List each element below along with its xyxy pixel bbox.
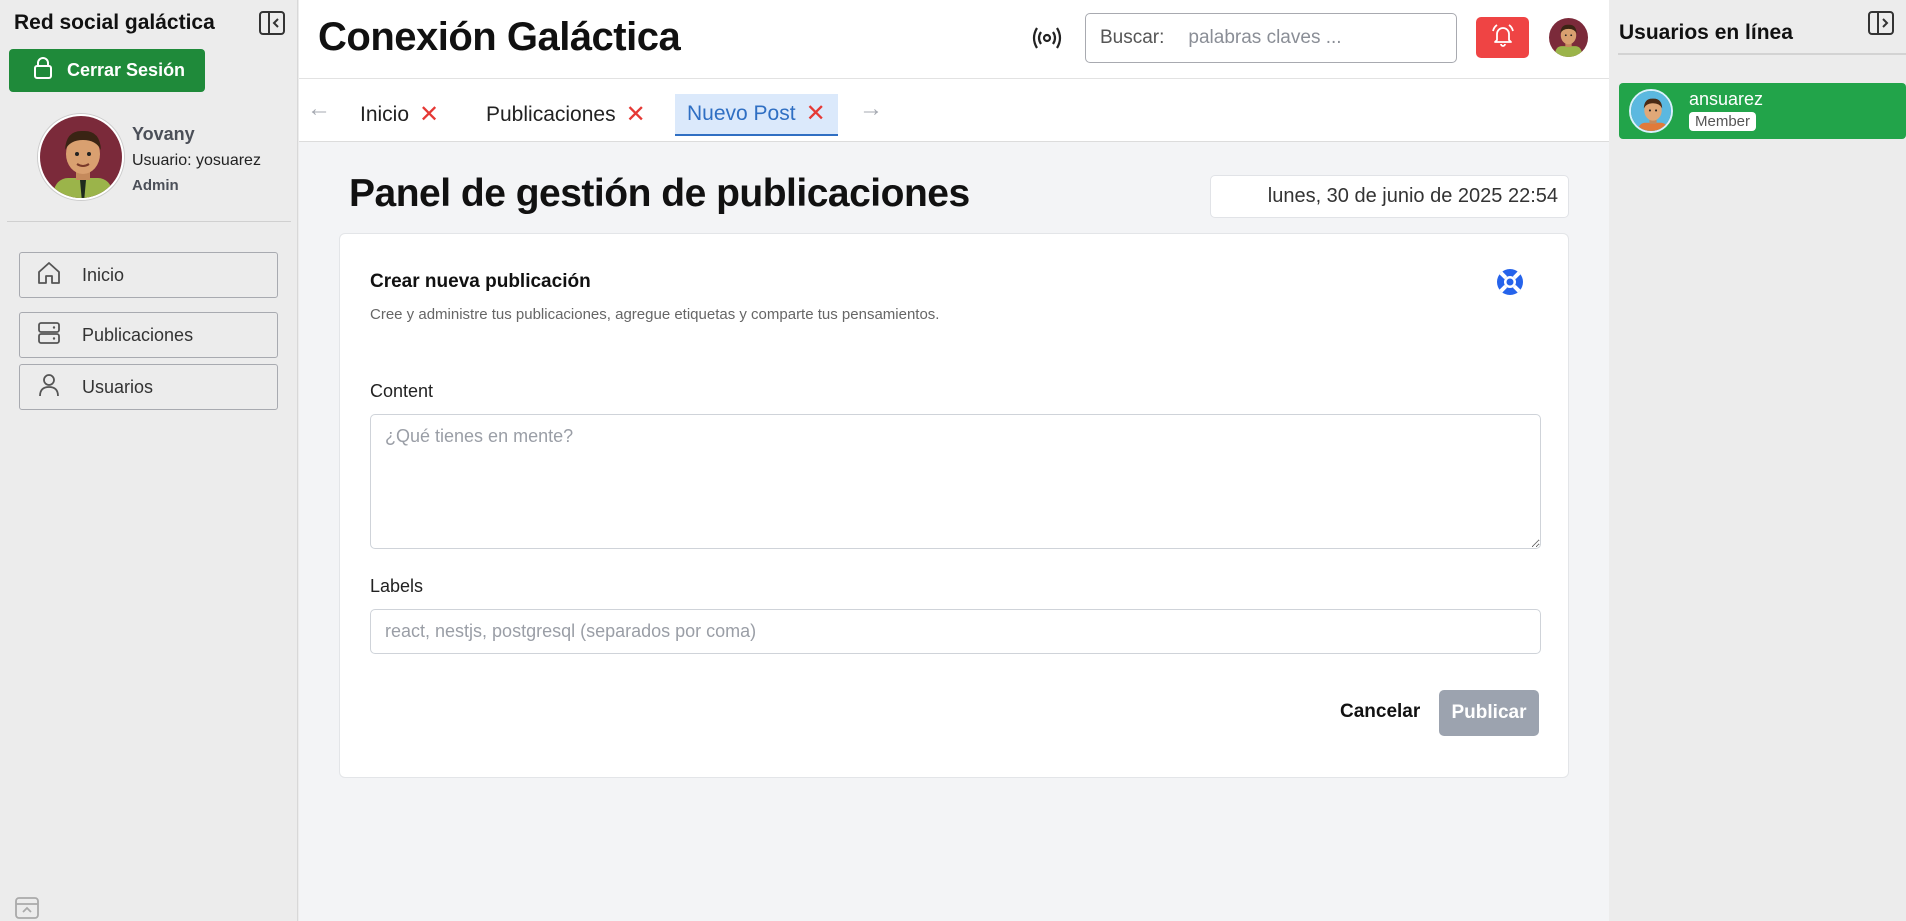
collapse-right-sidebar-icon[interactable] xyxy=(1867,10,1895,36)
sidebar-item-inicio[interactable]: Inicio xyxy=(19,252,278,298)
tab-next-arrow[interactable]: → xyxy=(859,95,883,123)
sidebar-item-label: Inicio xyxy=(82,264,125,285)
logout-label: Cerrar Sesión xyxy=(67,60,186,80)
avatar[interactable] xyxy=(1549,18,1588,57)
online-user-item[interactable]: ansuarez Member xyxy=(1619,83,1906,139)
create-post-card: Crear nueva publicación Cree y administr… xyxy=(339,233,1569,778)
brand-title: Red social galáctica xyxy=(14,11,215,34)
profile-role: Admin xyxy=(132,177,179,194)
content-textarea[interactable] xyxy=(370,414,1541,549)
close-icon[interactable]: ✕ xyxy=(626,103,646,127)
right-sidebar: Usuarios en línea ansuarez Member xyxy=(1609,0,1906,921)
user-icon xyxy=(36,372,62,403)
top-header: Conexión Galáctica Buscar: xyxy=(299,0,1609,79)
tab-inicio[interactable]: Inicio ✕ xyxy=(348,94,451,136)
broadcast-icon[interactable] xyxy=(1031,24,1063,52)
page-title: Panel de gestión de publicaciones xyxy=(349,172,970,215)
divider xyxy=(7,221,291,222)
online-user-name: ansuarez xyxy=(1689,89,1764,109)
search-label: Buscar: xyxy=(1100,27,1165,48)
bell-ring-icon xyxy=(1490,22,1516,53)
datetime-display: lunes, 30 de junio de 2025 22:54 xyxy=(1210,175,1569,218)
card-subtitle: Cree y administre tus publicaciones, agr… xyxy=(370,306,940,323)
sidebar-item-usuarios[interactable]: Usuarios xyxy=(19,364,278,410)
divider xyxy=(1618,53,1906,55)
server-icon xyxy=(36,320,62,351)
left-sidebar: Red social galáctica Cerrar Sesión Yovan… xyxy=(0,0,298,921)
sidebar-item-label: Publicaciones xyxy=(82,324,194,345)
lock-icon xyxy=(33,57,53,84)
tab-nuevo-post[interactable]: Nuevo Post ✕ xyxy=(675,94,838,136)
notifications-button[interactable] xyxy=(1476,17,1529,58)
tab-label: Publicaciones xyxy=(486,103,616,126)
home-icon xyxy=(36,260,62,291)
card-title: Crear nueva publicación xyxy=(370,271,591,292)
expand-panel-icon[interactable] xyxy=(14,896,40,920)
tab-bar: ← Inicio ✕ Publicaciones ✕ Nuevo Post ✕ … xyxy=(299,79,1609,142)
online-users-title: Usuarios en línea xyxy=(1619,21,1793,44)
app-title: Conexión Galáctica xyxy=(318,15,681,59)
search-input[interactable] xyxy=(1188,27,1429,49)
profile-username: Usuario: yosuarez xyxy=(132,152,261,169)
avatar[interactable] xyxy=(38,114,124,200)
avatar xyxy=(1629,89,1673,133)
logout-button[interactable]: Cerrar Sesión xyxy=(9,49,205,92)
main-content: Panel de gestión de publicaciones lunes,… xyxy=(299,142,1609,921)
collapse-sidebar-icon[interactable] xyxy=(258,10,286,36)
role-badge: Member xyxy=(1689,112,1757,131)
search-box[interactable]: Buscar: xyxy=(1085,13,1457,63)
tab-label: Nuevo Post xyxy=(687,102,796,125)
labels-label: Labels xyxy=(370,576,424,596)
sidebar-item-publicaciones[interactable]: Publicaciones xyxy=(19,312,278,358)
tab-label: Inicio xyxy=(360,103,410,126)
help-lifebuoy-icon[interactable] xyxy=(1495,267,1525,297)
tab-publicaciones[interactable]: Publicaciones ✕ xyxy=(474,94,658,136)
close-icon[interactable]: ✕ xyxy=(806,102,826,126)
content-label: Content xyxy=(370,381,434,401)
close-icon[interactable]: ✕ xyxy=(419,103,439,127)
publish-button[interactable]: Publicar xyxy=(1439,690,1539,736)
tab-prev-arrow[interactable]: ← xyxy=(307,95,331,123)
labels-input[interactable] xyxy=(370,609,1541,654)
sidebar-item-label: Usuarios xyxy=(82,376,154,397)
cancel-button[interactable]: Cancelar xyxy=(1340,701,1420,723)
profile-name: Yovany xyxy=(132,124,195,144)
